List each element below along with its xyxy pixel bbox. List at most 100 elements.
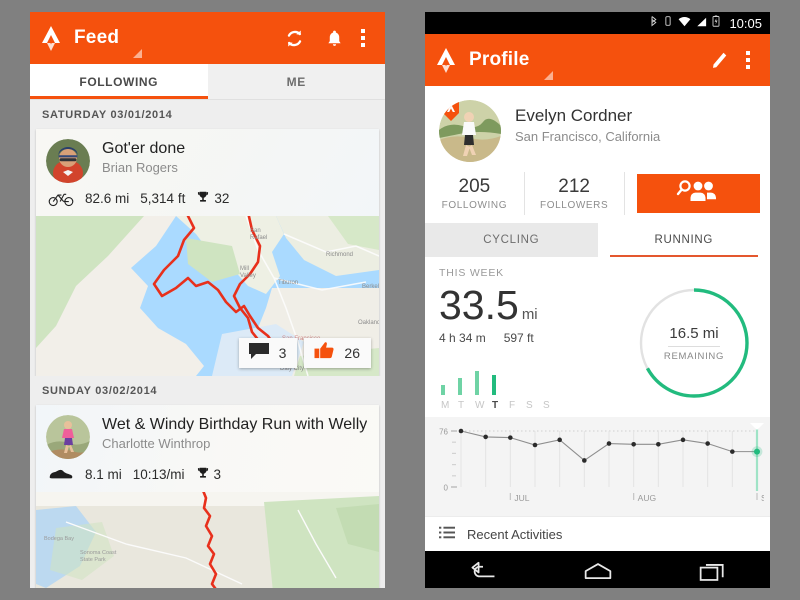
goal-ring-center: 16.5 mi REMAINING [634, 283, 754, 403]
followers-label: FOLLOWERS [540, 200, 609, 211]
activity-map[interactable]: San Rafael Mill Valley Richmond Berkeley… [36, 216, 379, 376]
weekly-elevation: 597 ft [503, 331, 534, 345]
chart-point [458, 428, 464, 434]
tab-me-label: ME [286, 74, 306, 89]
strava-chevron-logo-icon [435, 46, 461, 74]
tab-cycling[interactable]: CYCLING [425, 223, 598, 257]
map-label: Tiburon [278, 280, 298, 286]
profile-name-block: Evelyn Cordner San Francisco, California [515, 100, 660, 144]
activity-achievements: 3 [196, 466, 221, 483]
comment-count: 3 [278, 345, 287, 361]
feed-date-header: SUNDAY 03/02/2014 [30, 376, 385, 405]
weekly-bar-0 [441, 361, 445, 395]
activity-map[interactable]: Bodega Bay Sonoma Coast State Park [36, 492, 379, 588]
weekly-time: 4 h 34 m [439, 331, 486, 345]
map-label: Rafael [250, 235, 267, 241]
wifi-icon [678, 14, 691, 32]
map-label: Berkeley [362, 284, 379, 290]
kudos-button[interactable]: 26 [304, 338, 371, 368]
chart-point [508, 435, 513, 440]
home-icon[interactable] [583, 561, 613, 588]
svg-text:Bodega Bay: Bodega Bay [44, 536, 74, 542]
activity-distance: 82.6 mi [85, 191, 130, 206]
weekly-bar-label: M [441, 400, 450, 411]
following-label: FOLLOWING [441, 200, 508, 211]
weekly-bar-chart [439, 361, 634, 395]
activity-card-header: Got'er done Brian Rogers [36, 129, 379, 183]
kudos-count: 26 [344, 345, 360, 361]
dropdown-caret-icon[interactable] [133, 49, 143, 58]
this-week-body: 33.5 mi 4 h 34 m 597 ft MTWTFSS 16.5 mi R… [439, 279, 756, 411]
pencil-icon[interactable] [702, 43, 736, 77]
weekly-bar-3 [492, 361, 496, 395]
chart-point [730, 449, 735, 454]
x-axis-label: AUG [638, 493, 656, 503]
avatar[interactable] [46, 139, 90, 183]
weekly-bar-chart-labels: MTWTFSS [439, 400, 634, 411]
bicycle-icon [48, 190, 74, 207]
recent-activities-row[interactable]: Recent Activities [425, 516, 770, 551]
phone-left-feed-screen: Feed FOLLOWING ME SATURDAY 03/01/2014 Go… [30, 12, 385, 588]
recent-apps-icon[interactable] [698, 561, 728, 588]
weekly-bar-fill [475, 371, 479, 395]
bell-icon[interactable] [317, 21, 351, 55]
bluetooth-icon [649, 14, 658, 32]
weekly-bar-5 [526, 361, 530, 395]
android-status-bar: 10:05 [425, 12, 770, 34]
thumbs-up-icon [313, 341, 335, 365]
weekly-bar-label: F [509, 400, 516, 411]
back-arrow-icon[interactable] [468, 561, 498, 588]
x-axis-label: JUL [514, 493, 529, 503]
weekly-bar-4 [509, 361, 513, 395]
feed-list[interactable]: SATURDAY 03/01/2014 Got'er done Brian Ro… [30, 100, 385, 588]
avatar[interactable] [439, 100, 501, 162]
battery-icon [712, 14, 720, 32]
dropdown-caret-icon[interactable] [543, 71, 553, 80]
chart-point [557, 437, 562, 443]
y-axis-label-max: 76 [439, 428, 448, 437]
followers-stat[interactable]: 212 FOLLOWERS [525, 172, 625, 215]
activity-title[interactable]: Got'er done [102, 140, 185, 158]
goal-remaining-label: REMAINING [663, 350, 725, 362]
chart-point [656, 441, 661, 447]
activity-athlete-name[interactable]: Brian Rogers [102, 160, 185, 175]
tab-me[interactable]: ME [207, 64, 385, 99]
refresh-icon[interactable] [277, 21, 311, 55]
weekly-bar-fill [458, 378, 462, 395]
goal-remaining-value: 16.5 mi [669, 324, 719, 342]
kebab-menu-icon[interactable] [736, 47, 760, 73]
tab-following[interactable]: FOLLOWING [30, 64, 208, 99]
map-label: Valley [240, 273, 256, 279]
goal-ring-divider [668, 345, 720, 347]
comment-bubble-icon [248, 342, 270, 365]
activity-athlete-name[interactable]: Charlotte Winthrop [102, 436, 367, 451]
comment-button[interactable]: 3 [238, 338, 298, 368]
running-shoe-icon [48, 468, 74, 481]
map-label: Richmond [326, 252, 353, 258]
chart-point [631, 441, 636, 447]
kebab-menu-icon[interactable] [351, 25, 375, 51]
weekly-distance-value: 33.5 [439, 282, 519, 328]
activity-card[interactable]: Got'er done Brian Rogers 82.6 mi 5,314 f… [36, 129, 379, 376]
chart-point [582, 458, 587, 463]
avatar[interactable] [46, 415, 90, 459]
tab-cycling-label: CYCLING [483, 234, 540, 246]
activity-card[interactable]: Wet & Windy Birthday Run with Welly Char… [36, 405, 379, 588]
profile-stats-row: 205 FOLLOWING 212 FOLLOWERS [425, 170, 770, 223]
following-stat[interactable]: 205 FOLLOWING [425, 172, 525, 215]
trend-chart-card[interactable]: 76 0 JUL AUG SEP [425, 417, 770, 516]
tab-running[interactable]: RUNNING [597, 223, 770, 257]
followers-count: 212 [558, 176, 590, 197]
activity-stats-row: 8.1 mi 10:13/mi 3 [36, 459, 379, 492]
activity-distance: 8.1 mi [85, 467, 122, 482]
activity-card-titles: Wet & Windy Birthday Run with Welly Char… [102, 415, 367, 459]
android-navigation-bar [425, 551, 770, 588]
feed-app-bar: Feed [30, 12, 385, 64]
trend-line-chart[interactable]: 76 0 JUL AUG SEP [431, 423, 770, 509]
activity-title[interactable]: Wet & Windy Birthday Run with Welly [102, 416, 367, 434]
weekly-bar-2 [475, 361, 479, 395]
weekly-bar-fill [441, 385, 445, 395]
find-friends-button[interactable] [636, 174, 760, 213]
svg-text:Sonoma Coast: Sonoma Coast [80, 550, 117, 556]
activity-achievements: 32 [196, 190, 229, 207]
